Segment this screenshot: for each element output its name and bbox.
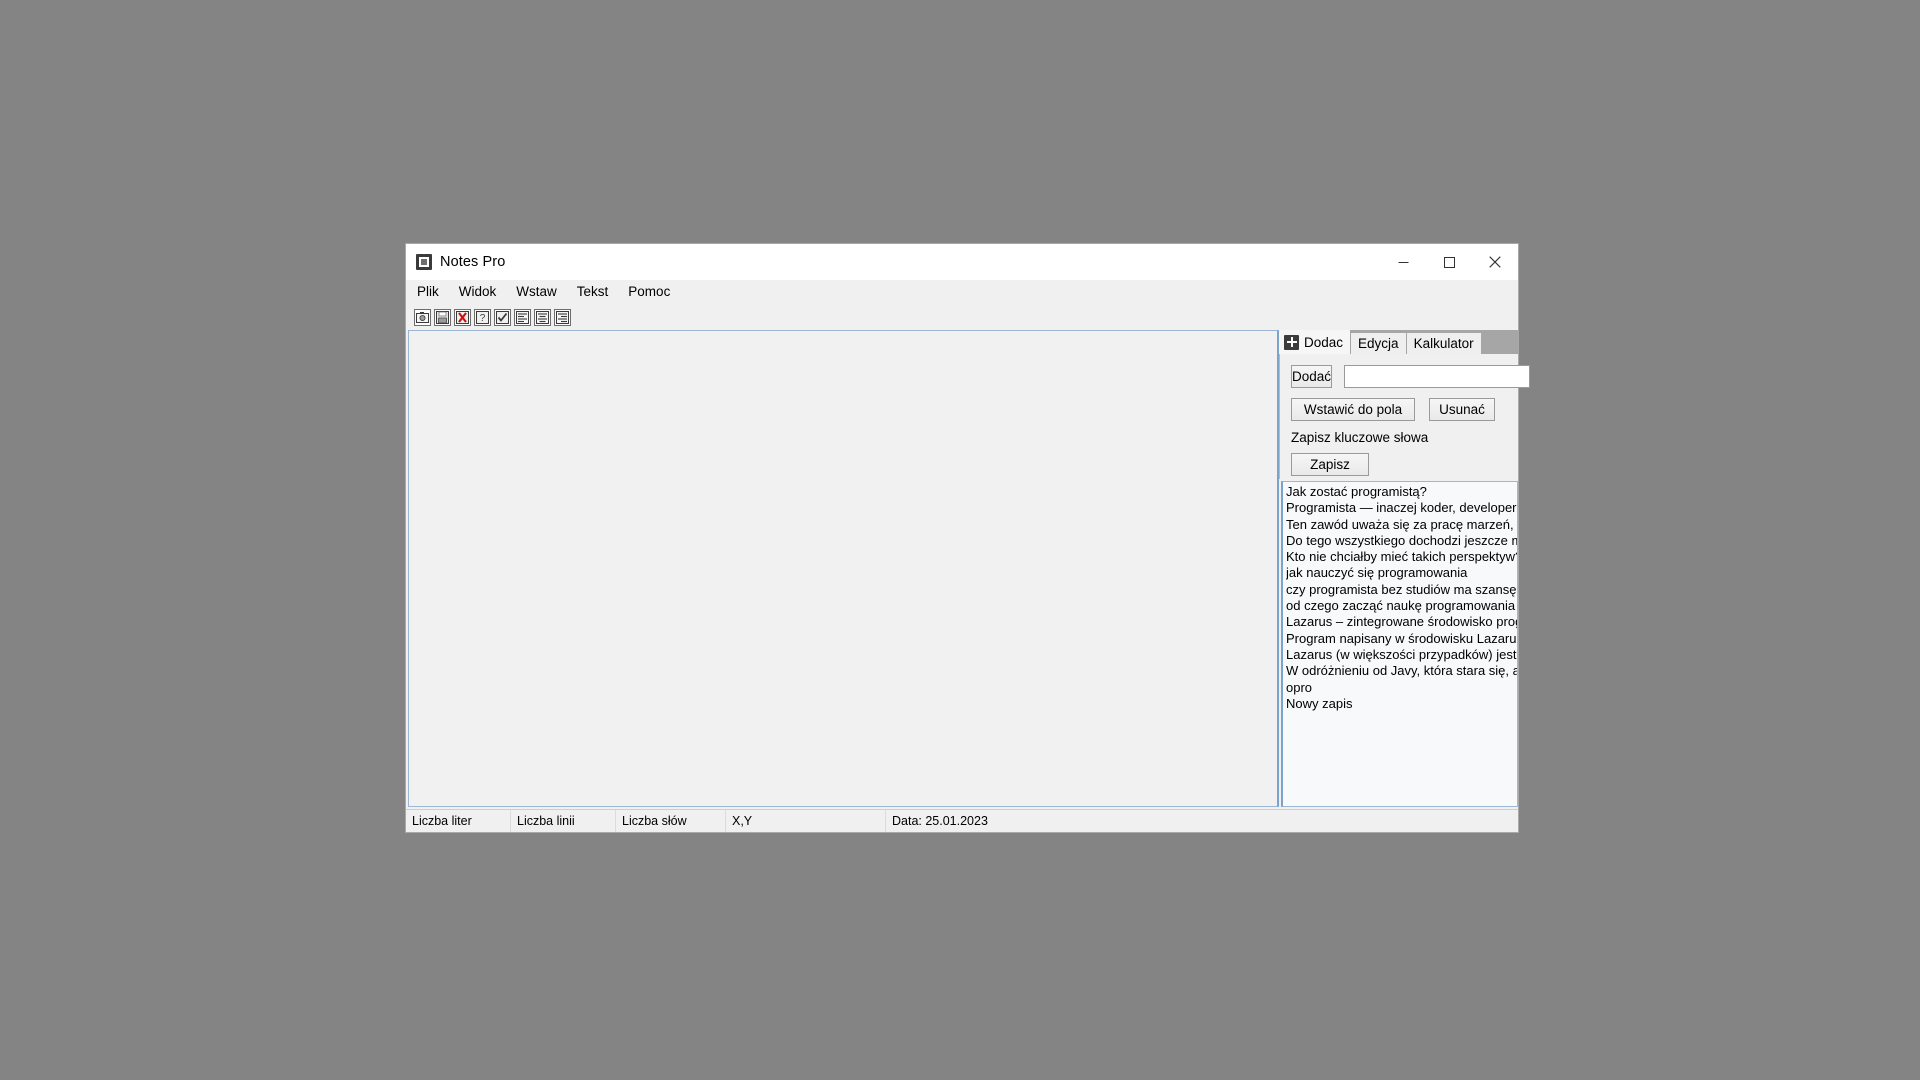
keyword-list-container: Jak zostać programistą? Programista — ina… [1281,481,1518,807]
camera-icon [416,311,429,323]
save-floppy-icon [436,310,449,324]
toolbar-button-align-left[interactable] [514,308,531,326]
menu-item-wstaw[interactable]: Wstaw [514,283,566,301]
toolbar-button-camera[interactable] [414,308,431,326]
checkmark-icon [496,310,509,324]
save-keywords-label: Zapisz kluczowe słowa [1291,430,1429,445]
status-cell-1: Liczba linii [511,810,616,832]
question-mark-icon: ? [476,310,489,324]
menu-item-widok[interactable]: Widok [457,283,506,301]
tab-kalkulator-label: Kalkulator [1413,336,1474,351]
content-area: Dodac Edycja Kalkulator Dodać Wstawić do… [406,330,1531,809]
menu-bar: Plik Widok Wstaw Tekst Pomoc [406,280,1518,304]
app-window: Notes Pro Plik Widok Wstaw Tekst Pomoc ?… [405,243,1531,833]
status-cell-2: Liczba słów [616,810,726,832]
maximize-icon [1443,256,1455,268]
editor-container [408,330,1279,807]
add-button[interactable]: Dodać [1291,365,1333,388]
add-keyword-row: Dodać [1291,365,1531,388]
toolbar-button-align-right[interactable] [554,308,571,326]
toolbar-button-align-center[interactable] [534,308,551,326]
delete-button[interactable]: Usunać [1429,398,1495,421]
list-item[interactable]: Lazarus (w większości przypadków) jest z… [1286,647,1517,663]
list-item[interactable]: Lazarus – zintegrowane środowisko progra… [1286,614,1517,630]
tab-panel-dodac: Dodać Wstawić do pola Usunać Zapisz kluc… [1279,354,1531,479]
menu-item-plik[interactable]: Plik [415,283,448,301]
align-right-icon [556,310,569,324]
close-button[interactable] [1472,244,1518,280]
menu-item-tekst[interactable]: Tekst [575,283,618,301]
tab-dodac-label: Dodac [1304,334,1344,350]
window-title: Notes Pro [440,254,506,270]
svg-text:?: ? [480,313,486,324]
status-bar: Liczba liter Liczba linii Liczba słów X,Y Da… [406,809,1518,832]
list-item[interactable]: Programista — inaczej koder, developer c… [1286,500,1517,516]
right-panel: Dodac Edycja Kalkulator Dodać Wstawić do… [1279,330,1531,809]
list-item[interactable]: Nowy zapis [1286,696,1517,712]
align-left-icon [516,310,529,324]
minimize-button[interactable] [1380,244,1426,280]
toolbar-button-delete[interactable] [454,308,471,326]
list-item[interactable]: opro [1286,680,1517,696]
action-buttons-row: Wstawić do pola Usunać [1291,398,1518,421]
window-controls [1380,244,1518,280]
list-item[interactable]: W odróżnieniu od Javy, która stara się, … [1286,663,1517,679]
list-item[interactable]: Kto nie chciałby mieć takich perspektyw? [1286,549,1517,565]
list-item[interactable]: Program napisany w środowisku Lazarus mo… [1286,631,1517,647]
tab-strip: Dodac Edycja Kalkulator [1279,330,1518,354]
toolbar: ? [406,304,1518,330]
align-center-icon [536,310,549,324]
list-item[interactable]: od czego zacząć naukę programowania [1286,598,1517,614]
status-cell-0: Liczba liter [406,810,511,832]
status-cell-3: X,Y [726,810,886,832]
tab-edycja[interactable]: Edycja [1351,333,1406,354]
toolbar-button-help[interactable]: ? [474,308,491,326]
menu-item-pomoc[interactable]: Pomoc [626,283,679,301]
minimize-icon [1398,261,1408,263]
list-item[interactable]: Ten zawód uważa się za pracę marzeń, bo … [1286,517,1517,533]
delete-red-x-icon [456,310,469,324]
tab-kalkulator[interactable]: Kalkulator [1406,333,1481,354]
tab-dodac[interactable]: Dodac [1279,330,1351,354]
app-icon [416,254,432,270]
toolbar-button-check[interactable] [494,308,511,326]
close-icon [1489,256,1501,268]
title-bar: Notes Pro [406,244,1518,280]
save-button[interactable]: Zapisz [1291,453,1369,476]
list-item[interactable]: Jak zostać programistą? [1286,484,1517,500]
list-item[interactable]: czy programista bez studiów ma szansę na… [1286,582,1517,598]
list-item[interactable]: jak nauczyć się programowania [1286,565,1517,581]
toolbar-button-save[interactable] [434,308,451,326]
plus-square-icon [1284,334,1299,350]
insert-into-field-button[interactable]: Wstawić do pola [1291,398,1415,421]
keyword-list[interactable]: Jak zostać programistą? Programista — ina… [1283,482,1517,806]
tab-edycja-label: Edycja [1358,336,1399,351]
keyword-input[interactable] [1344,365,1531,388]
maximize-button[interactable] [1426,244,1472,280]
text-editor[interactable] [409,331,1277,806]
list-item[interactable]: Do tego wszystkiego dochodzi jeszcze moż… [1286,533,1517,549]
status-cell-4: Data: 25.01.2023 [892,814,988,828]
